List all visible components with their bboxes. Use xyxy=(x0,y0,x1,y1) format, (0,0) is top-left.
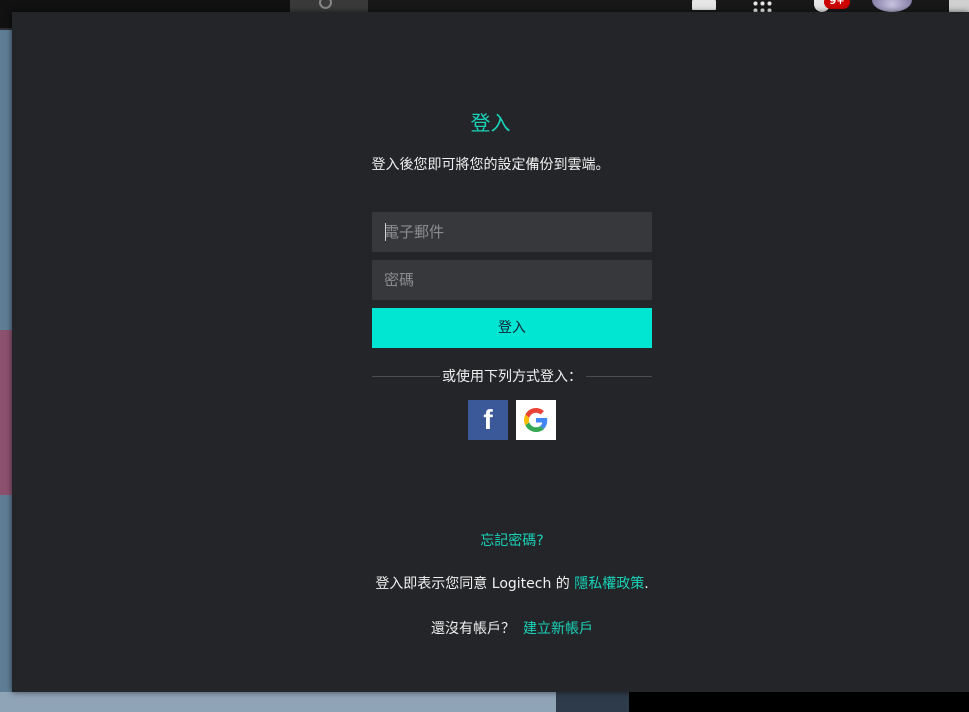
facebook-icon: f xyxy=(483,404,493,435)
no-account-text: 還沒有帳戶？ xyxy=(431,621,515,637)
google-login-button[interactable] xyxy=(516,400,556,440)
apps-grid-icon[interactable] xyxy=(752,0,774,12)
dialog-title: 登入 xyxy=(470,111,511,135)
signup-row: 還沒有帳戶？ 建立新帳戶 xyxy=(12,618,969,638)
background-page-bottom xyxy=(0,692,556,712)
privacy-policy-link[interactable]: 隱私權政策 xyxy=(574,576,644,592)
terms-text: 登入即表示您同意 Logitech 的 隱私權政策. xyxy=(12,573,969,593)
terms-prefix: 登入即表示您同意 Logitech 的 xyxy=(375,576,575,592)
search-icon xyxy=(319,0,332,9)
background-page-bottom-right xyxy=(629,692,969,712)
video-camera-icon[interactable] xyxy=(692,0,716,10)
google-icon xyxy=(524,408,548,432)
text-cursor xyxy=(385,223,386,241)
background-page-image xyxy=(0,330,12,495)
create-account-link[interactable]: 建立新帳戶 xyxy=(523,621,593,637)
forgot-password-link[interactable]: 忘記密碼? xyxy=(12,530,969,550)
password-field[interactable] xyxy=(372,260,652,300)
terms-suffix: . xyxy=(644,576,649,592)
login-button[interactable]: 登入 xyxy=(372,308,652,348)
email-field[interactable] xyxy=(372,212,652,252)
dialog-subtitle: 登入後您即可將您的設定備份到雲端。 xyxy=(371,157,610,173)
facebook-login-button[interactable]: f xyxy=(468,400,508,440)
login-dialog: 登入 登入後您即可將您的設定備份到雲端。 登入 或使用下列方式登入： f 忘記密… xyxy=(12,12,969,692)
alt-login-text: 或使用下列方式登入： xyxy=(442,369,582,385)
search-box[interactable] xyxy=(290,0,368,12)
notification-badge: 9+ xyxy=(824,0,850,9)
background-page-bottom-mid xyxy=(556,692,629,712)
window-edge xyxy=(949,0,969,12)
